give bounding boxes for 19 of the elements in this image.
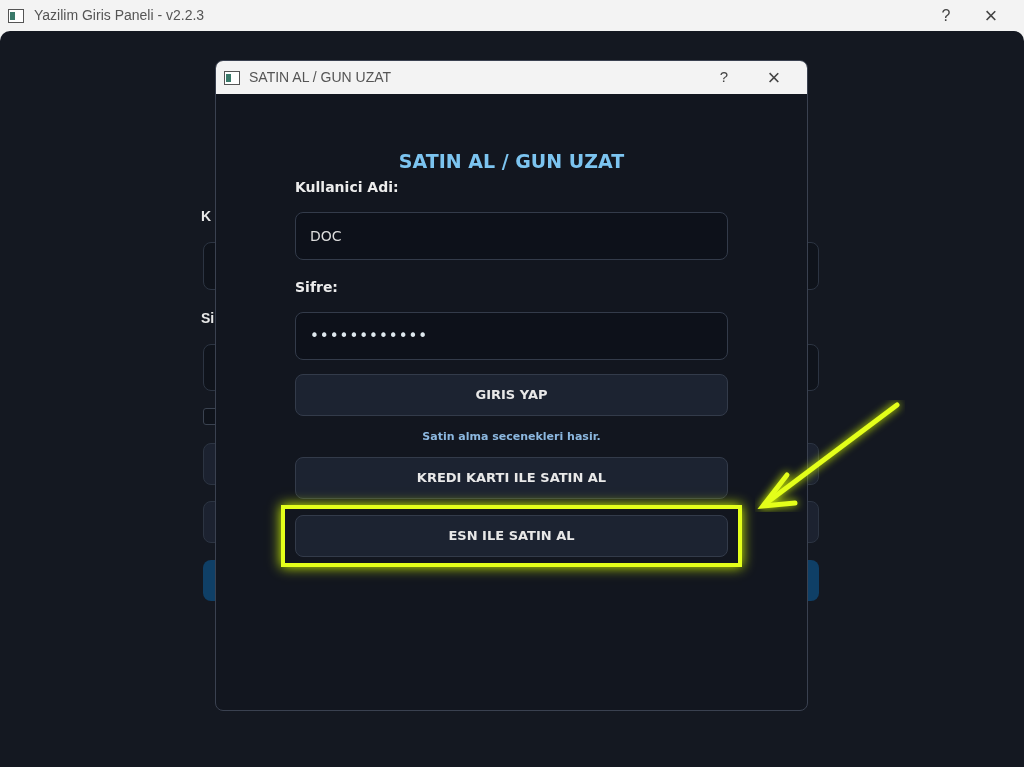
close-button[interactable]: × [966, 0, 1016, 32]
dialog-title: SATIN AL / GUN UZAT [249, 68, 392, 87]
field-label: Sifre: [295, 278, 339, 297]
field-label: K [201, 207, 212, 225]
close-button[interactable]: × [749, 61, 799, 94]
app-icon [8, 8, 24, 23]
status-message: Satin alma secenekleri hasir. [422, 429, 601, 445]
text-field[interactable]: DOC [295, 212, 728, 260]
window-title: Yazilim Giris Paneli - v2.2.3 [34, 6, 205, 25]
app-icon [224, 70, 240, 85]
help-button[interactable]: ? [709, 66, 739, 89]
purchase-button[interactable]: ESN ILE SATIN AL [295, 515, 728, 557]
password-field[interactable]: •••••••••••• [295, 312, 728, 360]
help-button[interactable]: ? [926, 3, 966, 28]
field-label: Kullanici Adi: [295, 178, 400, 197]
field-label: Si [201, 309, 215, 327]
purchase-button[interactable]: KREDI KARTI ILE SATIN AL [295, 457, 728, 499]
login-button[interactable]: GIRIS YAP [295, 374, 728, 416]
dialog-heading: SATIN AL / GUN UZAT [398, 149, 625, 174]
